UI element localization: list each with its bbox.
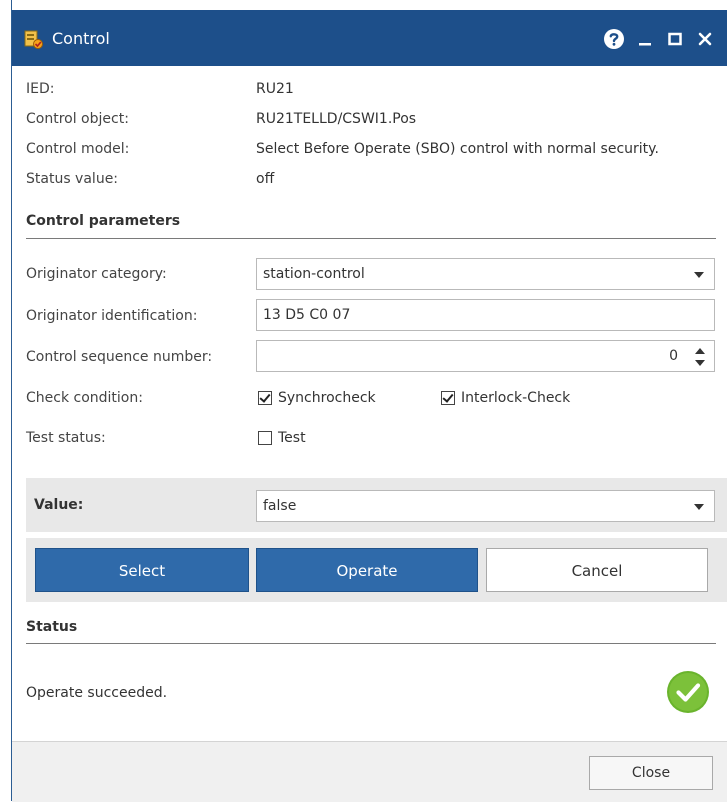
originator-identification-label: Originator identification: [26,308,198,324]
maximize-button[interactable] [661,25,689,53]
control-object-label: Control object: [26,111,129,127]
value-selected: false [263,498,297,514]
status-message: Operate succeeded. [26,685,168,701]
select-button[interactable]: Select [35,548,249,592]
close-icon [698,32,712,46]
originator-identification-input[interactable] [257,300,714,330]
close-button[interactable]: Close [589,756,713,790]
test-label: Test [278,430,306,446]
synchrocheck-box[interactable] [258,391,272,405]
value-label: Value: [34,497,84,513]
control-dialog: Control IED: RU21 Control object: RU21TE… [11,0,727,802]
status-divider [26,643,716,644]
control-model-label: Control model: [26,141,130,157]
control-sequence-number-input[interactable] [257,341,714,371]
control-app-icon [24,30,43,49]
maximize-icon [668,32,682,46]
interlock-check-label: Interlock-Check [461,390,571,406]
originator-category-select[interactable]: station-control [256,258,715,290]
value-select[interactable]: false [256,490,715,522]
close-window-button[interactable] [691,25,719,53]
minimize-button[interactable] [631,25,659,53]
help-button[interactable] [600,25,628,53]
ied-label: IED: [26,81,55,97]
control-parameters-title: Control parameters [26,213,181,229]
check-condition-label: Check condition: [26,390,143,406]
chevron-down-icon [694,504,704,510]
help-icon [604,29,624,49]
synchrocheck-label: Synchrocheck [278,390,376,406]
interlock-check-checkbox[interactable]: Interlock-Check [441,389,570,407]
status-title: Status [26,619,78,635]
control-object-value: RU21TELLD/CSWI1.Pos [256,111,417,127]
spin-down-icon[interactable] [695,360,705,366]
control-sequence-number-label: Control sequence number: [26,349,213,365]
test-box[interactable] [258,431,272,445]
operate-button[interactable]: Operate [256,548,478,592]
test-checkbox[interactable]: Test [258,429,306,447]
spin-up-icon[interactable] [695,348,705,354]
originator-category-label: Originator category: [26,266,167,282]
status-value-label: Status value: [26,171,119,187]
interlock-check-box[interactable] [441,391,455,405]
success-check-icon [667,671,709,713]
originator-category-value: station-control [263,266,365,282]
status-value-value: off [256,171,275,187]
title-bar: Control [12,10,727,66]
window-title: Control [52,29,110,48]
control-sequence-number-stepper[interactable] [256,340,715,372]
control-model-value: Select Before Operate (SBO) control with… [256,141,659,157]
chevron-down-icon [694,272,704,278]
cancel-button[interactable]: Cancel [486,548,708,592]
minimize-icon [639,43,651,46]
test-status-label: Test status: [26,430,106,446]
originator-identification-field[interactable] [256,299,715,331]
synchrocheck-checkbox[interactable]: Synchrocheck [258,389,376,407]
control-parameters-divider [26,238,716,239]
ied-value: RU21 [256,81,294,97]
